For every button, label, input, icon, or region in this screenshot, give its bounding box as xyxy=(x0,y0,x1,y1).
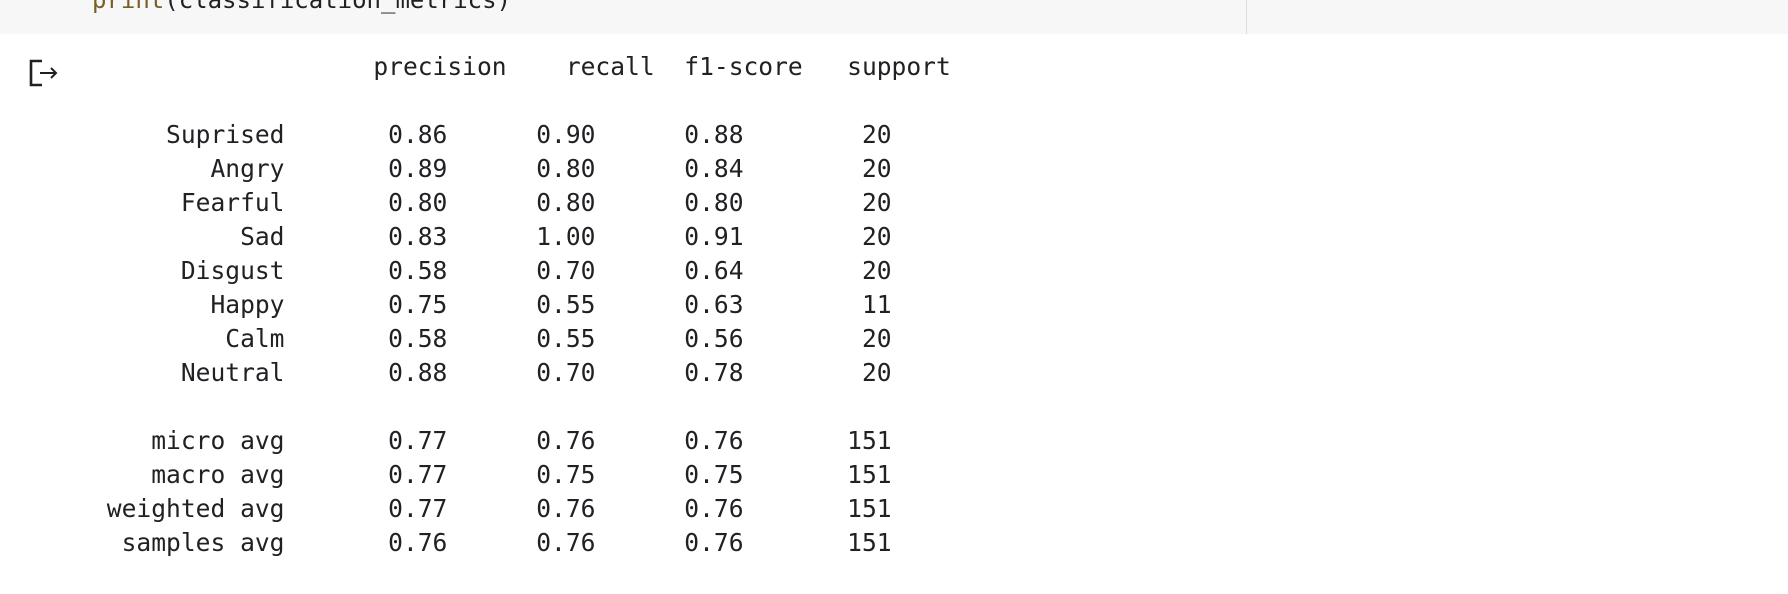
print-args: (classification_metrics) xyxy=(164,0,512,14)
code-line[interactable]: print(classification_metrics) xyxy=(92,0,511,14)
output-redirect-icon[interactable] xyxy=(28,58,62,88)
cell-divider xyxy=(1246,0,1247,34)
code-cell-tail[interactable]: print(classification_metrics) xyxy=(0,0,1788,34)
print-function: print xyxy=(92,0,165,14)
classification-report: precision recall f1-score support Supris… xyxy=(106,52,951,557)
cell-output: precision recall f1-score support Supris… xyxy=(0,34,1788,594)
